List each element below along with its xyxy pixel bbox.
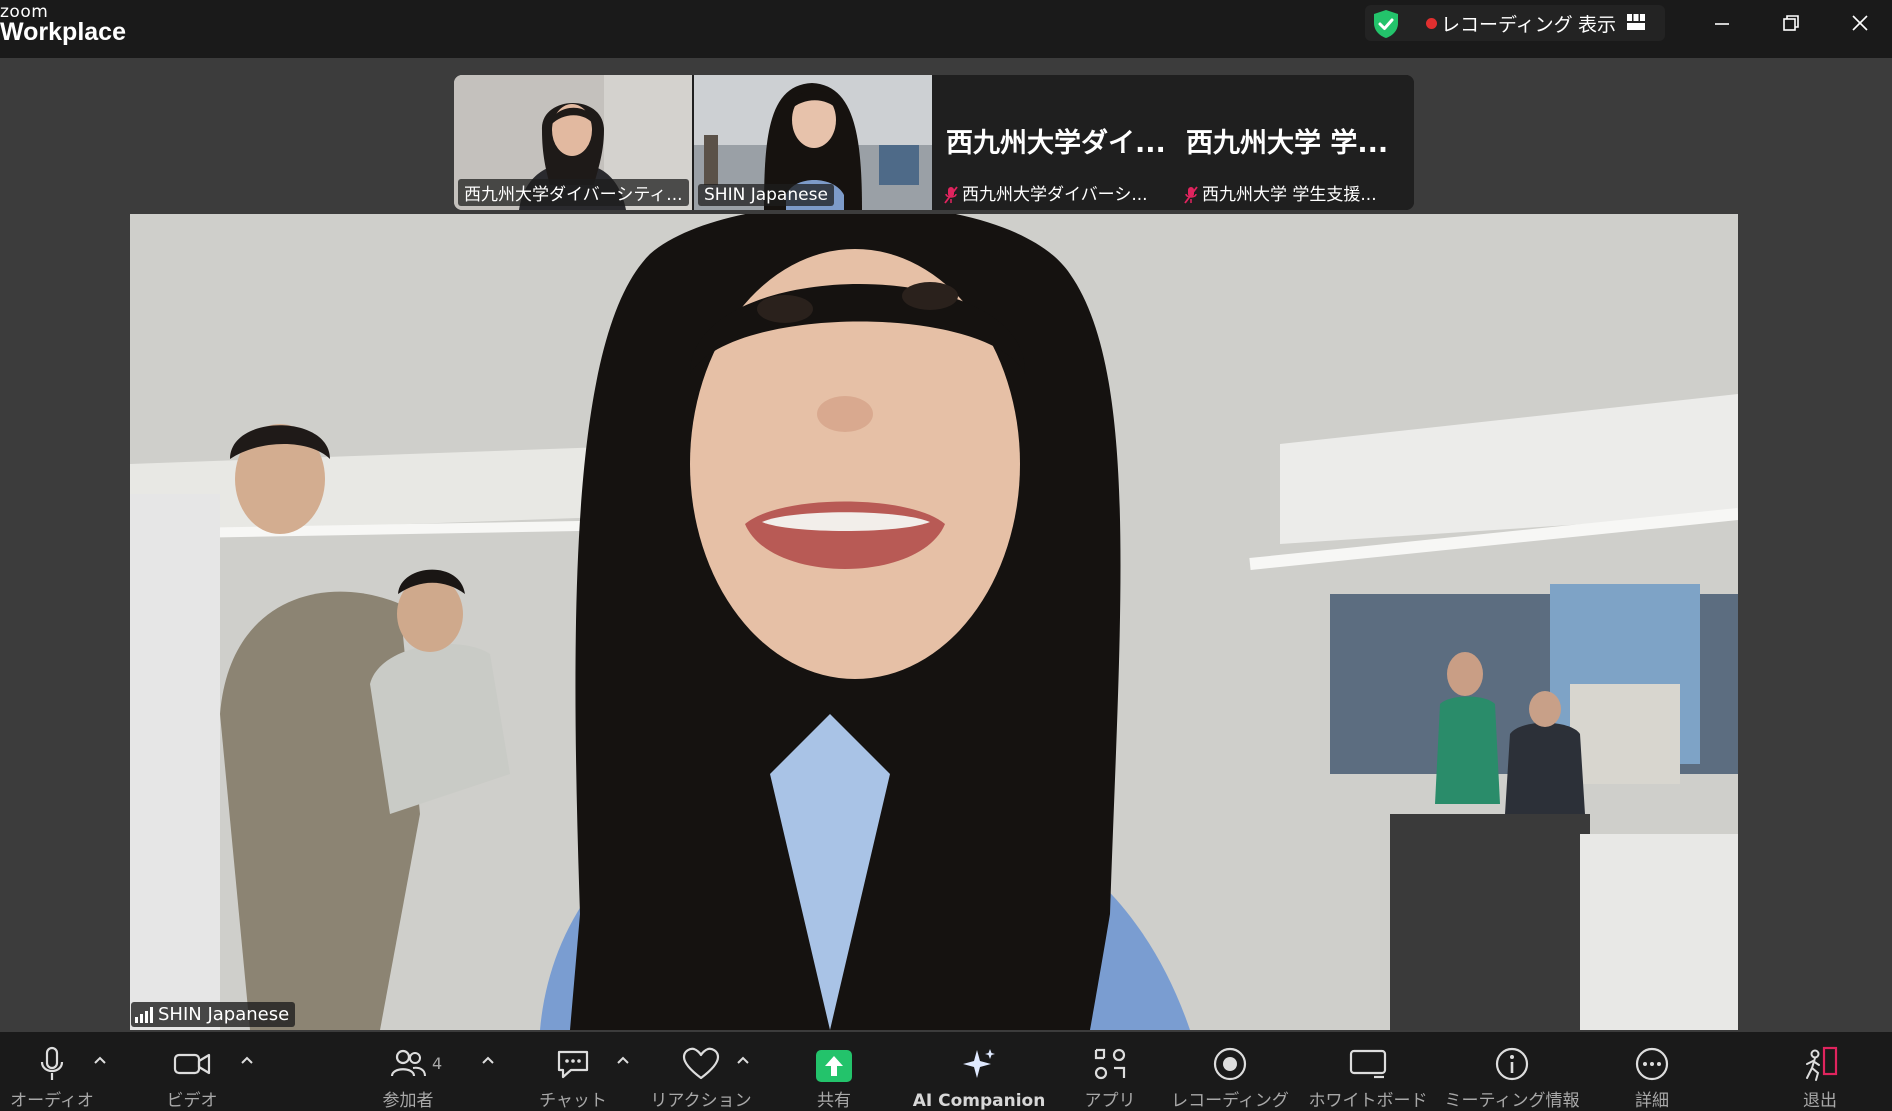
mic-muted-icon bbox=[1184, 186, 1198, 204]
whiteboard-icon bbox=[1349, 1049, 1387, 1079]
title-bar: zoom Workplace レコーディング 表示 bbox=[0, 0, 1892, 58]
close-icon[interactable] bbox=[1840, 10, 1880, 38]
participant-name-label: 西九州大学 学生支援... bbox=[1202, 185, 1377, 205]
chevron-up-icon[interactable] bbox=[615, 1054, 631, 1066]
participants-icon bbox=[390, 1049, 426, 1077]
chevron-up-icon[interactable] bbox=[239, 1054, 255, 1066]
more-button[interactable]: 詳細 bbox=[1612, 1032, 1692, 1111]
signal-icon bbox=[135, 1007, 153, 1023]
ai-companion-button[interactable]: AI Companion bbox=[904, 1032, 1054, 1111]
meeting-info-button[interactable]: ミーティング情報 bbox=[1444, 1032, 1580, 1111]
recording-button[interactable]: レコーディング bbox=[1168, 1032, 1292, 1111]
participants-count: 4 bbox=[432, 1054, 443, 1073]
apps-label: アプリ bbox=[1084, 1091, 1136, 1111]
more-icon bbox=[1635, 1047, 1669, 1081]
info-icon bbox=[1495, 1047, 1529, 1081]
chevron-up-icon[interactable] bbox=[92, 1054, 108, 1066]
view-button[interactable]: 表示 bbox=[1578, 10, 1616, 37]
record-icon bbox=[1213, 1047, 1247, 1081]
chat-icon bbox=[557, 1050, 589, 1079]
thumbnail-strip: 西九州大学ダイバーシティ... SHIN Japanese 西九州大学ダイ...… bbox=[454, 75, 1414, 210]
leave-icon bbox=[1806, 1046, 1838, 1081]
participant-display-name: 西九州大学ダイ... bbox=[946, 128, 1166, 159]
participant-thumbnail-active[interactable]: SHIN Japanese bbox=[694, 75, 932, 210]
share-button[interactable]: 共有 bbox=[786, 1032, 882, 1111]
restore-icon[interactable] bbox=[1771, 10, 1811, 38]
share-box bbox=[816, 1050, 852, 1082]
participant-name-label: SHIN Japanese bbox=[698, 184, 834, 206]
meeting-toolbar: オーディオ ビデオ 参加者 4 チャット リアクション 共有 AI Compan… bbox=[0, 1032, 1892, 1111]
recording-label: レコーディング bbox=[1171, 1091, 1289, 1111]
participant-thumbnail[interactable]: 西九州大学 学... 西九州大学 学生支援... bbox=[1174, 75, 1414, 210]
app-logo-workplace: Workplace bbox=[0, 18, 126, 46]
heart-icon bbox=[682, 1047, 720, 1080]
main-speaker-video[interactable] bbox=[130, 214, 1738, 1030]
audio-button[interactable]: オーディオ bbox=[0, 1032, 104, 1111]
chevron-up-icon[interactable] bbox=[735, 1054, 751, 1066]
participant-thumbnail[interactable]: 西九州大学ダイ... 西九州大学ダイバーシ... bbox=[934, 75, 1172, 210]
participant-thumbnail[interactable]: 西九州大学ダイバーシティ... bbox=[454, 75, 692, 210]
participants-label: 参加者 bbox=[382, 1091, 434, 1111]
whiteboard-button[interactable]: ホワイトボード bbox=[1306, 1032, 1430, 1111]
apps-icon bbox=[1094, 1048, 1126, 1080]
minimize-icon[interactable] bbox=[1702, 10, 1742, 38]
participant-display-name: 西九州大学 学... bbox=[1186, 128, 1389, 159]
participant-name-row: 西九州大学 学生支援... bbox=[1178, 179, 1383, 206]
participant-name-row: 西九州大学ダイバーシ... bbox=[938, 179, 1154, 206]
mic-icon bbox=[40, 1046, 64, 1080]
video-label: ビデオ bbox=[166, 1091, 218, 1111]
whiteboard-label: ホワイトボード bbox=[1308, 1091, 1428, 1111]
speaker-video-feed bbox=[130, 214, 1738, 1030]
main-speaker-label: SHIN Japanese bbox=[131, 1002, 296, 1027]
more-label: 詳細 bbox=[1635, 1091, 1669, 1111]
meeting-info-label: ミーティング情報 bbox=[1444, 1091, 1580, 1111]
participant-name-label: 西九州大学ダイバーシ... bbox=[962, 185, 1148, 205]
mic-muted-icon bbox=[944, 186, 958, 204]
main-speaker-name: SHIN Japanese bbox=[158, 1004, 290, 1025]
video-camera-icon bbox=[173, 1053, 211, 1075]
sparkle-icon bbox=[963, 1049, 995, 1078]
video-button[interactable]: ビデオ bbox=[140, 1032, 244, 1111]
recording-status[interactable]: レコーディング bbox=[1441, 10, 1573, 37]
reactions-button[interactable]: リアクション bbox=[646, 1032, 756, 1111]
share-label: 共有 bbox=[817, 1091, 851, 1111]
chat-label: チャット bbox=[539, 1091, 607, 1111]
leave-label: 退出 bbox=[1803, 1091, 1837, 1111]
chevron-up-icon[interactable] bbox=[480, 1054, 496, 1066]
leave-button[interactable]: 退出 bbox=[1780, 1032, 1860, 1111]
record-dot-icon bbox=[1426, 18, 1437, 29]
apps-button[interactable]: アプリ bbox=[1068, 1032, 1152, 1111]
share-up-arrow-icon bbox=[825, 1056, 843, 1076]
chat-button[interactable]: チャット bbox=[526, 1032, 620, 1111]
audio-label: オーディオ bbox=[10, 1091, 94, 1111]
grid-view-icon[interactable] bbox=[1627, 14, 1645, 30]
shield-check-icon[interactable] bbox=[1372, 9, 1400, 39]
ai-companion-label: AI Companion bbox=[912, 1091, 1046, 1111]
reactions-label: リアクション bbox=[650, 1091, 752, 1111]
participant-name-label: 西九州大学ダイバーシティ... bbox=[458, 179, 689, 206]
